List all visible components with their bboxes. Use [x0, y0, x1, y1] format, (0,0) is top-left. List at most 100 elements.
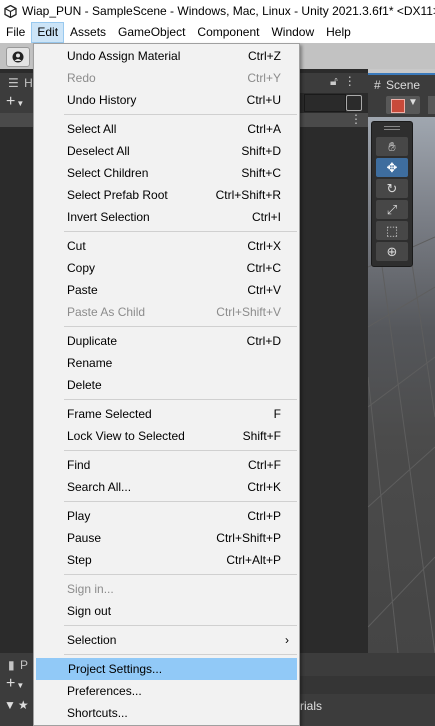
menu-item-shortcut: Ctrl+D	[246, 334, 281, 348]
menu-item-lock-view[interactable]: Lock View to Selected Shift+F	[36, 425, 297, 447]
menu-item-select-children[interactable]: Select Children Shift+C	[36, 162, 297, 184]
menu-item-shortcut: Ctrl+Shift+P	[216, 531, 281, 545]
menu-item-sign-in[interactable]: Sign in...	[36, 578, 297, 600]
menu-item-label: Redo	[67, 71, 96, 85]
menu-item-label: Duplicate	[67, 334, 118, 348]
menu-item-label: Project Settings...	[68, 662, 163, 676]
search-input[interactable]	[304, 94, 346, 112]
menu-item-deselect-all[interactable]: Deselect All Shift+D	[36, 140, 297, 162]
menu-item-project-settings[interactable]: Project Settings...	[36, 658, 297, 680]
menu-item-invert-selection[interactable]: Invert Selection Ctrl+I	[36, 206, 297, 228]
menu-item-label: Sign in...	[67, 582, 114, 596]
menu-help[interactable]: Help	[320, 22, 357, 43]
menu-item-duplicate[interactable]: Duplicate Ctrl+D	[36, 330, 297, 352]
title-bar: Wiap_PUN - SampleScene - Windows, Mac, L…	[0, 0, 435, 22]
move-tool-button[interactable]: ✥	[376, 158, 408, 177]
menu-item-find[interactable]: Find Ctrl+F	[36, 454, 297, 476]
menu-assets[interactable]: Assets	[64, 22, 112, 43]
menu-item-cut[interactable]: Cut Ctrl+X	[36, 235, 297, 257]
menu-item-shortcut: Ctrl+U	[246, 93, 281, 107]
menu-separator	[64, 501, 297, 502]
kebab-menu-icon[interactable]: ⋮	[350, 112, 362, 126]
menu-item-selection[interactable]: Selection ›	[36, 629, 297, 651]
rotate-icon: ↻	[386, 180, 398, 196]
menu-item-shortcut: Ctrl+Shift+V	[216, 305, 281, 319]
rect-tool-button[interactable]: ⬚	[376, 221, 408, 240]
transform-tool-button[interactable]: ⊕	[376, 242, 408, 261]
menu-item-search-all[interactable]: Search All... Ctrl+K	[36, 476, 297, 498]
menu-separator	[64, 625, 297, 626]
menu-item-label: Rename	[67, 356, 113, 370]
draw-mode-dropdown[interactable]: ▼	[386, 96, 420, 114]
tab-scene[interactable]: # Scene	[368, 73, 435, 95]
transform-icon: ⊕	[386, 243, 398, 259]
plus-icon: +	[6, 93, 16, 110]
menu-item-frame-selected[interactable]: Frame Selected F	[36, 403, 297, 425]
menu-item-label: Select Prefab Root	[67, 188, 168, 202]
rect-icon: ⬚	[385, 222, 399, 238]
folder-icon: ▮	[8, 658, 15, 672]
filter-icon[interactable]	[346, 95, 362, 111]
menu-item-shortcuts[interactable]: Shortcuts...	[36, 702, 297, 724]
hierarchy-icon: ☰	[8, 76, 19, 90]
account-button[interactable]	[6, 47, 30, 67]
menu-item-sign-out[interactable]: Sign out	[36, 600, 297, 622]
menu-item-label: Delete	[67, 378, 102, 392]
menu-window[interactable]: Window	[265, 22, 320, 43]
menu-item-play[interactable]: Play Ctrl+P	[36, 505, 297, 527]
menu-item-pause[interactable]: Pause Ctrl+Shift+P	[36, 527, 297, 549]
menu-item-select-prefab-root[interactable]: Select Prefab Root Ctrl+Shift+R	[36, 184, 297, 206]
hierarchy-row[interactable]	[0, 113, 33, 127]
dropdown-arrow-icon: ▼	[16, 681, 25, 690]
lock-icon[interactable]: 🔓︎	[330, 74, 338, 88]
menu-item-rename[interactable]: Rename	[36, 352, 297, 374]
menu-component[interactable]: Component	[191, 22, 265, 43]
menu-item-label: Cut	[67, 239, 86, 253]
menu-separator	[64, 450, 297, 451]
scale-tool-button[interactable]: ⤢	[376, 200, 408, 219]
drag-grip-icon[interactable]	[384, 126, 400, 127]
menu-item-shortcut: F	[273, 407, 281, 421]
materials-folder-label[interactable]: rials	[300, 696, 322, 716]
kebab-menu-icon[interactable]: ⋮	[344, 74, 356, 88]
edit-menu-dropdown: Undo Assign Material Ctrl+Z Redo Ctrl+Y …	[33, 43, 300, 726]
hierarchy-add-button[interactable]: +▼	[0, 93, 33, 113]
menu-item-label: Search All...	[67, 480, 132, 494]
tab-hierarchy[interactable]: ☰ H	[0, 73, 33, 93]
hand-tool-button[interactable]: ✋︎	[376, 137, 408, 156]
menu-item-undo-history[interactable]: Undo History Ctrl+U	[36, 89, 297, 111]
unity-logo-icon	[4, 4, 17, 18]
hierarchy-tab-label: H	[24, 76, 33, 90]
draw-mode-icon	[391, 99, 405, 113]
menu-gameobject[interactable]: GameObject	[112, 22, 191, 43]
menu-item-shortcut: Ctrl+Alt+P	[226, 553, 281, 567]
panel-row[interactable]: ⋮	[300, 112, 368, 127]
rotate-tool-button[interactable]: ↻	[376, 179, 408, 198]
menu-item-shortcut: Ctrl+Shift+R	[215, 188, 281, 202]
project-add-button[interactable]: +▼	[0, 674, 33, 694]
menu-item-shortcut: Shift+D	[241, 144, 281, 158]
menu-item-shortcut: Ctrl+K	[247, 480, 281, 494]
menu-separator	[64, 114, 297, 115]
menu-item-delete[interactable]: Delete	[36, 374, 297, 396]
menu-item-preferences[interactable]: Preferences...	[36, 680, 297, 702]
menu-item-paste[interactable]: Paste Ctrl+V	[36, 279, 297, 301]
menu-file[interactable]: File	[0, 22, 31, 43]
tab-project[interactable]: ▮ P	[0, 656, 33, 674]
menu-item-redo[interactable]: Redo Ctrl+Y	[36, 67, 297, 89]
menu-item-step[interactable]: Step Ctrl+Alt+P	[36, 549, 297, 571]
menu-item-select-all[interactable]: Select All Ctrl+A	[36, 118, 297, 140]
favorites-row[interactable]: ▼ ★	[0, 695, 33, 715]
menu-item-copy[interactable]: Copy Ctrl+C	[36, 257, 297, 279]
star-icon: ★	[17, 698, 29, 712]
menu-edit[interactable]: Edit	[31, 22, 65, 43]
lock-menu-icons[interactable]: 🔓︎ ⋮	[330, 74, 356, 89]
menu-item-label: Select Children	[67, 166, 149, 180]
menu-item-paste-as-child[interactable]: Paste As Child Ctrl+Shift+V	[36, 301, 297, 323]
menu-item-undo[interactable]: Undo Assign Material Ctrl+Z	[36, 45, 297, 67]
scene-toolbar-button[interactable]	[428, 96, 435, 114]
menu-item-shortcut: Ctrl+F	[248, 458, 281, 472]
scene-tools-overlay: ✋︎ ✥ ↻ ⤢ ⬚ ⊕	[371, 121, 413, 267]
window-title: Wiap_PUN - SampleScene - Windows, Mac, L…	[22, 4, 435, 18]
menu-item-shortcut: Ctrl+I	[251, 210, 281, 224]
